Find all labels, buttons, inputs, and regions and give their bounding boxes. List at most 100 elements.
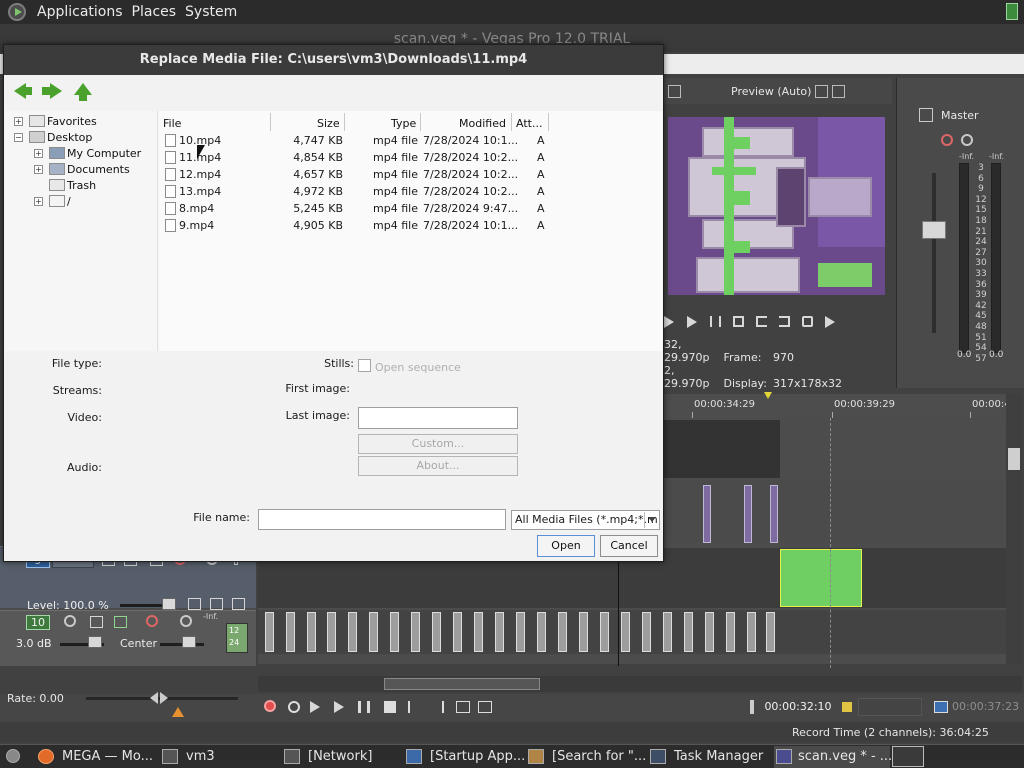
rewind-icon[interactable] — [802, 316, 816, 328]
task-network[interactable]: [Network] — [308, 747, 372, 767]
audio-event[interactable] — [600, 612, 609, 652]
tree-expander-desktop[interactable]: − — [14, 133, 23, 142]
tree-expander-favorites[interactable]: + — [14, 117, 23, 126]
tree-item-root[interactable]: / — [67, 195, 71, 208]
video-event[interactable] — [703, 485, 711, 543]
audio-event[interactable] — [558, 612, 567, 652]
track-down-icon[interactable] — [232, 598, 245, 610]
menu-system[interactable]: System — [185, 4, 237, 20]
go-to-start-icon[interactable] — [408, 701, 420, 713]
prev-frame-icon[interactable] — [756, 316, 770, 328]
col-header-file[interactable]: File — [163, 117, 181, 130]
audio-fx-icon[interactable] — [146, 615, 158, 627]
expand-track-icon[interactable] — [210, 598, 223, 610]
tray-battery-icon[interactable] — [1006, 3, 1018, 20]
audio-event[interactable] — [411, 612, 420, 652]
audio-event[interactable] — [390, 612, 399, 652]
grid-icon[interactable] — [815, 84, 829, 98]
audio-event[interactable] — [705, 612, 714, 652]
copy-snapshot-icon[interactable] — [832, 84, 846, 98]
file-name-input[interactable] — [258, 509, 506, 530]
audio-event[interactable] — [432, 612, 441, 652]
system-logo-icon[interactable] — [8, 3, 26, 21]
audio-event[interactable] — [642, 612, 651, 652]
stop-icon[interactable] — [733, 316, 747, 328]
pause-icon[interactable] — [710, 316, 724, 328]
custom-button[interactable]: Custom... — [358, 434, 518, 454]
video-event[interactable] — [744, 485, 752, 543]
tree-item-trash[interactable]: Trash — [67, 179, 96, 192]
audio-event[interactable] — [663, 612, 672, 652]
audio-event[interactable] — [621, 612, 630, 652]
preview-mode-select[interactable]: Preview (Auto) — [731, 85, 811, 98]
file-type-filter-select[interactable]: All Media Files (*.mp4;*.m — [511, 510, 660, 530]
timeline-hscrollbar[interactable] — [258, 676, 1022, 692]
file-row[interactable]: 9.mp4 4,905 KB mp4 file 7/28/2024 10:1..… — [159, 217, 662, 234]
pan-icon[interactable] — [114, 616, 127, 628]
video-event[interactable] — [770, 485, 778, 543]
loop-start-field[interactable] — [858, 698, 922, 716]
audio-event[interactable] — [747, 612, 756, 652]
next-frame-icon[interactable] — [779, 316, 793, 328]
audio-event[interactable] — [369, 612, 378, 652]
tree-expander-my-computer[interactable]: + — [34, 149, 43, 158]
task-mega[interactable]: MEGA — Mo... — [62, 747, 153, 767]
fx-icon[interactable] — [941, 134, 953, 146]
timeline-event-dark[interactable] — [664, 420, 780, 478]
pan-slider[interactable] — [182, 636, 196, 648]
tree-expander-documents[interactable]: + — [34, 165, 43, 174]
col-header-type[interactable]: Type — [391, 117, 416, 130]
audio-event[interactable] — [327, 612, 336, 652]
open-sequence-checkbox[interactable] — [358, 359, 371, 372]
file-row[interactable]: 10.mp4 4,747 KB mp4 file 7/28/2024 10:1.… — [159, 132, 662, 149]
invert-phase-icon[interactable] — [90, 616, 103, 628]
go-to-end-icon[interactable] — [432, 701, 444, 713]
menu-places[interactable]: Places — [132, 4, 177, 20]
about-button[interactable]: About... — [358, 456, 518, 476]
col-header-modified[interactable]: Modified — [459, 117, 506, 130]
tree-item-documents[interactable]: Documents — [67, 163, 130, 176]
preview-props-icon[interactable] — [668, 84, 681, 98]
audio-event[interactable] — [516, 612, 525, 652]
prev-frame-button[interactable] — [456, 701, 470, 713]
timeline-ruler[interactable]: 00:00:34:29 00:00:39:29 00:00:4 — [664, 394, 1011, 420]
timeline-hscroll-thumb[interactable] — [384, 678, 540, 690]
master-fader[interactable] — [922, 221, 946, 239]
audio-event[interactable] — [348, 612, 357, 652]
file-row[interactable]: 13.mp4 4,972 KB mp4 file 7/28/2024 10:2.… — [159, 183, 662, 200]
audio-mute-icon[interactable] — [180, 615, 192, 627]
up-folder-arrow-icon[interactable] — [74, 83, 92, 95]
audio-event[interactable] — [537, 612, 546, 652]
audio-event[interactable] — [307, 612, 316, 652]
track-header-10[interactable]: 10 -Inf. 3.0 dB Center 12 24 — [0, 610, 256, 666]
next-frame-button[interactable] — [478, 701, 492, 713]
open-button[interactable]: Open — [537, 535, 595, 557]
arm-record-icon[interactable] — [64, 615, 76, 627]
cursor-timecode[interactable]: 00:00:32:10 — [764, 698, 832, 716]
play-from-start-icon[interactable] — [687, 316, 701, 328]
pause-button[interactable] — [358, 701, 370, 713]
generated-media-icon[interactable] — [188, 598, 201, 610]
tree-item-desktop[interactable]: Desktop — [47, 131, 92, 144]
play-from-start-button[interactable] — [310, 701, 320, 713]
task-search[interactable]: [Search for "... — [552, 747, 646, 767]
cancel-button[interactable]: Cancel — [600, 535, 658, 557]
audio-event[interactable] — [265, 612, 274, 652]
file-row[interactable]: 11.mp4 4,854 KB mp4 file 7/28/2024 10:2.… — [159, 149, 662, 166]
menu-applications[interactable]: Applications — [37, 4, 123, 20]
tree-item-favorites[interactable]: Favorites — [47, 115, 97, 128]
fast-forward-icon[interactable] — [825, 316, 839, 328]
last-image-field[interactable] — [358, 407, 518, 429]
col-header-size[interactable]: Size — [317, 117, 340, 130]
task-task-manager[interactable]: Task Manager — [674, 747, 763, 767]
audio-event[interactable] — [579, 612, 588, 652]
file-row[interactable]: 8.mp4 5,245 KB mp4 file 7/28/2024 9:47..… — [159, 200, 662, 217]
audio-event[interactable] — [474, 612, 483, 652]
record-button[interactable] — [264, 700, 276, 712]
forward-arrow-icon[interactable] — [50, 83, 62, 99]
volume-slider[interactable] — [88, 636, 102, 648]
timeline-vscrollbar[interactable] — [1006, 394, 1022, 664]
workspace-switcher-icon[interactable] — [892, 746, 924, 767]
task-vm3[interactable]: vm3 — [186, 747, 215, 767]
green-video-event[interactable] — [780, 549, 862, 607]
